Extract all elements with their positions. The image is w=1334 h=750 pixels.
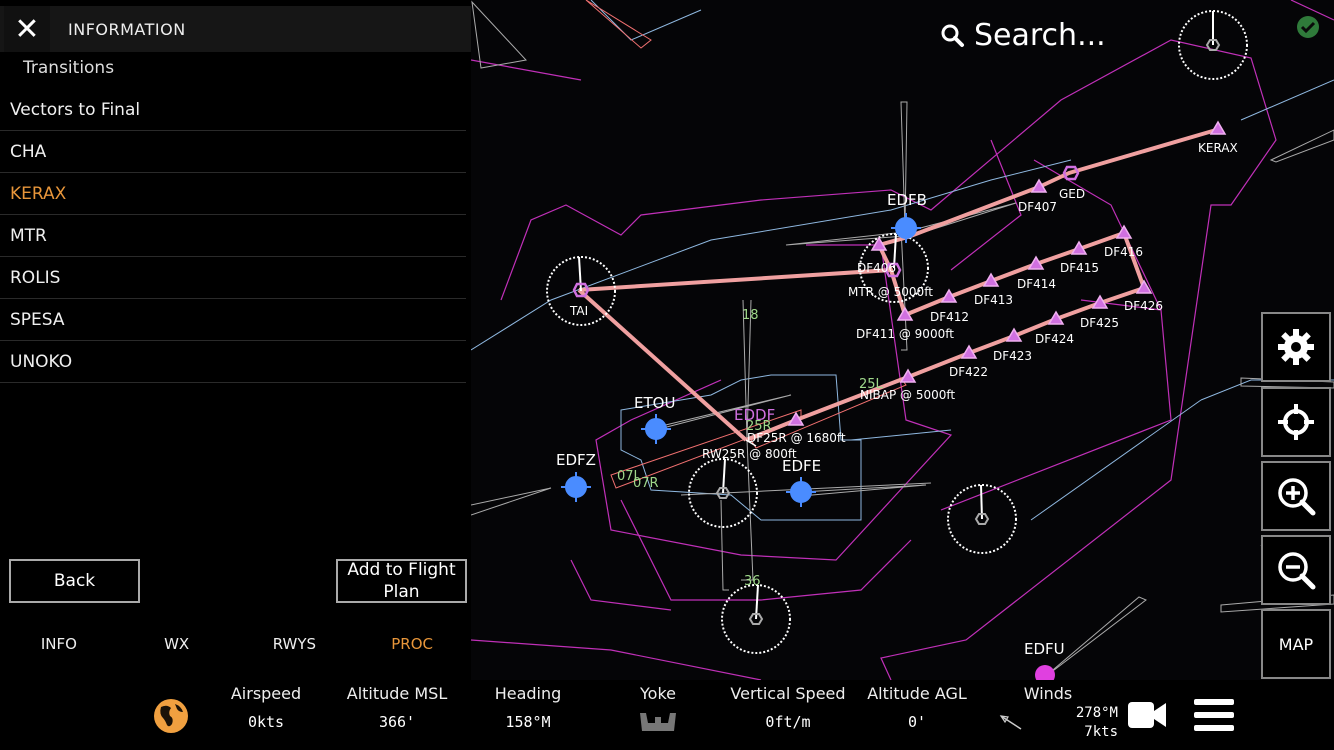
svg-text:DF422: DF422 <box>949 365 988 379</box>
heading-readout: Heading 158°M <box>463 684 593 731</box>
crosshair-icon <box>1278 404 1314 440</box>
tab-proc[interactable]: PROC <box>353 630 471 660</box>
svg-text:25R: 25R <box>746 419 772 434</box>
center-aircraft-button[interactable] <box>1261 387 1331 457</box>
svg-text:DF413: DF413 <box>974 293 1013 307</box>
svg-text:DF407: DF407 <box>1018 200 1057 214</box>
svg-text:DF412: DF412 <box>930 310 969 324</box>
svg-text:36: 36 <box>744 574 761 589</box>
information-panel: ✕ INFORMATION Transitions Vectors to Fin… <box>0 0 471 680</box>
yoke-label: Yoke <box>640 684 676 703</box>
svg-text:EDFB: EDFB <box>887 191 927 209</box>
svg-text:18: 18 <box>742 308 759 323</box>
svg-text:MTR @ 5000ft: MTR @ 5000ft <box>848 285 933 299</box>
list-item-selected[interactable]: KERAX <box>0 174 466 215</box>
svg-text:DF423: DF423 <box>993 349 1032 363</box>
menu-icon[interactable] <box>1193 697 1235 733</box>
svg-text:KERAX: KERAX <box>1198 141 1238 155</box>
check-icon <box>1297 16 1319 38</box>
map-canvas[interactable]: EDFB ETOU EDFZ EDFE EDFU EDDF KERAX GED … <box>471 0 1334 680</box>
section-label: Transitions <box>23 58 115 78</box>
svg-text:DF415: DF415 <box>1060 261 1099 275</box>
yoke-readout[interactable]: Yoke <box>593 684 723 739</box>
svg-text:25L: 25L <box>859 377 884 392</box>
airspeed-label: Airspeed <box>230 684 302 703</box>
close-button[interactable]: ✕ <box>4 6 50 52</box>
svg-text:DF414: DF414 <box>1017 277 1056 291</box>
panel-tabs: INFO WX RWYS PROC <box>0 630 471 660</box>
svg-text:DF406: DF406 <box>857 261 896 275</box>
list-item[interactable]: SPESA <box>0 300 466 341</box>
wind-direction: 278°M <box>1075 705 1118 721</box>
winds-value: 278°M 7kts <box>1058 704 1118 742</box>
winds-label: Winds <box>1023 684 1073 703</box>
list-item[interactable]: MTR <box>0 216 466 257</box>
map-button[interactable]: MAP <box>1261 609 1331 679</box>
airspeed-value: 0kts <box>247 713 285 731</box>
vertical-speed-label: Vertical Speed <box>730 684 846 703</box>
vertical-speed-value: 0ft/m <box>765 713 811 731</box>
zoom-in-icon <box>1278 478 1316 516</box>
map-labels: EDFB ETOU EDFZ EDFE EDFU EDDF KERAX GED … <box>556 141 1330 658</box>
altitude-msl-value: 366' <box>378 713 416 731</box>
altitude-agl-value: 0' <box>907 713 927 731</box>
tab-wx[interactable]: WX <box>118 630 236 660</box>
status-bar: Airspeed 0kts Altitude MSL 366' Heading … <box>0 680 1334 750</box>
svg-text:TAI: TAI <box>569 304 588 318</box>
svg-text:EDFZ: EDFZ <box>556 451 596 469</box>
svg-text:07R: 07R <box>633 476 659 491</box>
vor-icons <box>715 39 1221 625</box>
map-view[interactable]: EDFB ETOU EDFZ EDFE EDFU EDDF KERAX GED … <box>471 0 1334 680</box>
heading-label: Heading <box>494 684 562 703</box>
svg-text:GED: GED <box>1059 187 1085 201</box>
svg-text:EDFU: EDFU <box>1024 640 1065 658</box>
gear-icon <box>1278 329 1314 365</box>
search-bar[interactable]: Search... <box>940 18 1106 53</box>
list-item[interactable]: Vectors to Final <box>0 90 466 131</box>
transition-list: Vectors to Final CHA KERAX MTR ROLIS SPE… <box>0 90 466 384</box>
altitude-msl-label: Altitude MSL <box>346 684 448 703</box>
svg-text:DF426: DF426 <box>1124 299 1163 313</box>
back-button[interactable]: Back <box>9 559 140 603</box>
svg-text:RW25R @ 800ft: RW25R @ 800ft <box>702 447 797 461</box>
zoom-in-button[interactable] <box>1261 461 1331 531</box>
runway-extensions <box>471 0 1334 680</box>
vertical-speed-readout: Vertical Speed 0ft/m <box>723 684 853 731</box>
altitude-msl-readout: Altitude MSL 366' <box>332 684 462 731</box>
edfu-marker[interactable] <box>1035 665 1055 680</box>
yoke-icon <box>640 713 676 731</box>
add-to-flight-plan-button[interactable]: Add to Flight Plan <box>336 559 467 603</box>
winds-readout: Winds <box>983 684 1113 703</box>
wind-speed: 7kts <box>1084 724 1118 740</box>
camera-icon[interactable] <box>1126 699 1168 731</box>
svg-text:DF425: DF425 <box>1080 316 1119 330</box>
search-input[interactable]: Search... <box>974 18 1106 53</box>
altitude-agl-label: Altitude AGL <box>867 684 967 703</box>
svg-text:DF424: DF424 <box>1035 332 1074 346</box>
list-item[interactable]: UNOKO <box>0 342 466 383</box>
heading-value: 158°M <box>505 713 551 731</box>
wind-arrow-icon <box>999 715 1022 730</box>
close-icon: ✕ <box>14 11 40 47</box>
list-item[interactable]: ROLIS <box>0 258 466 299</box>
panel-title: INFORMATION <box>68 20 186 39</box>
airspeed-readout: Airspeed 0kts <box>201 684 331 731</box>
airport-markers[interactable] <box>561 213 921 507</box>
settings-button[interactable] <box>1261 312 1331 382</box>
tab-info[interactable]: INFO <box>0 630 118 660</box>
svg-text:DF416: DF416 <box>1104 245 1143 259</box>
list-item[interactable]: CHA <box>0 132 466 173</box>
tab-rwys[interactable]: RWYS <box>236 630 354 660</box>
search-icon <box>941 24 964 47</box>
altitude-agl-readout: Altitude AGL 0' <box>852 684 982 731</box>
zoom-out-button[interactable] <box>1261 535 1331 605</box>
svg-text:ETOU: ETOU <box>634 394 675 412</box>
globe-icon[interactable] <box>153 698 189 734</box>
svg-text:DF411 @ 9000ft: DF411 @ 9000ft <box>856 327 954 341</box>
zoom-out-icon <box>1278 552 1316 590</box>
